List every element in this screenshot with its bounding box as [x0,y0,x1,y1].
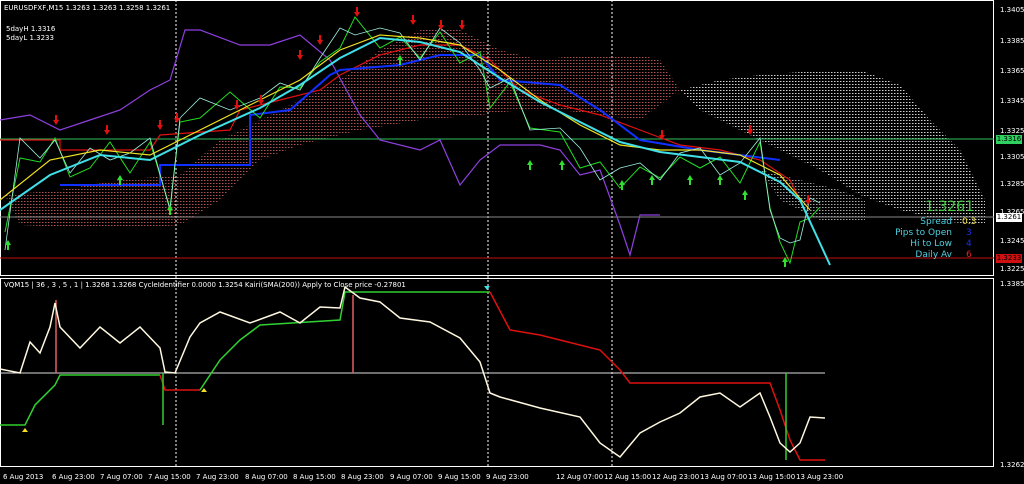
time-axis-tick: 8 Aug 07:00 [245,473,288,481]
five-day-high: 5dayH 1.3316 [6,25,56,33]
indicator-axis-top: 1.3385 [1000,280,1024,288]
hi-to-low-value: 4 [966,239,972,249]
current-price-display: 1.3261 [925,199,974,215]
sell-arrow-icon [157,120,163,130]
signal-arrow-icon [484,286,490,290]
buy-arrow-icon [742,190,748,200]
sell-arrow-icon [438,20,444,30]
time-axis-tick: 13 Aug 07:00 [700,473,748,481]
spread-value: 0.3 [962,217,977,227]
sell-arrow-icon [174,113,180,123]
price-tag-high: 1.3316 [996,135,1022,144]
sell-arrow-icon [297,50,303,60]
time-axis-tick: 9 Aug 23:00 [486,473,529,481]
buy-arrow-icon [687,175,693,185]
signal-arrow-icon [22,428,28,432]
sell-arrow-icon [234,100,240,110]
sell-arrow-icon [354,7,360,17]
price-tag-current: 1.3261 [996,213,1022,222]
daily-average-label: Daily Av [915,250,952,260]
signal-arrow-icon [201,388,207,392]
price-axis-tick: 1.3225 [1000,265,1024,273]
time-axis-tick: 12 Aug 07:00 [556,473,604,481]
time-axis-tick: 7 Aug 15:00 [148,473,191,481]
price-axis-tick: 1.3305 [1000,153,1024,161]
price-chart[interactable] [0,0,1024,484]
indicator-axis-bottom: 1.3262 [1000,461,1024,469]
time-axis-tick: 7 Aug 23:00 [196,473,239,481]
time-axis-tick: 9 Aug 07:00 [390,473,433,481]
daily-average-value: 6 [966,250,972,260]
symbol-info: EURUSDFXF,M15 1.3263 1.3263 1.3258 1.326… [4,4,171,12]
buy-arrow-icon [717,175,723,185]
cycle-line-red [489,291,825,461]
buy-arrow-icon [559,160,565,170]
kairi-line [0,285,826,459]
time-axis-tick: 7 Aug 07:00 [100,473,143,481]
time-axis-tick: 6 Aug 23:00 [52,473,95,481]
price-axis-tick: 1.3345 [1000,97,1024,105]
sell-arrow-icon [317,35,323,45]
pips-to-open-value: 3 [966,228,972,238]
five-day-low: 5dayL 1.3233 [6,34,54,42]
price-axis-tick: 1.3285 [1000,180,1024,188]
cycle-line-green [0,374,160,426]
price-axis-tick: 1.3365 [1000,67,1024,75]
sell-arrow-icon [258,95,264,105]
time-axis-tick: 9 Aug 15:00 [438,473,481,481]
buy-arrow-icon [649,175,655,185]
time-axis-tick: 8 Aug 23:00 [341,473,384,481]
indicator-title: VQM15 | 36 , 3 , 5 , 1 | 1.3268 1.3268 C… [4,281,406,289]
time-axis-tick: 8 Aug 15:00 [293,473,336,481]
sell-arrow-icon [459,20,465,30]
spread-label: Spread [920,217,952,227]
time-axis-tick: 6 Aug 2013 [3,473,44,481]
sell-arrow-icon [410,15,416,25]
price-axis-tick: 1.3385 [1000,37,1024,45]
price-axis-tick: 1.3325 [1000,127,1024,135]
cycle-line-green [199,291,490,391]
time-axis-tick: 13 Aug 23:00 [796,473,844,481]
cycle-line-red [159,374,200,391]
price-axis-tick: 1.3405 [1000,6,1024,14]
time-axis-tick: 12 Aug 23:00 [652,473,700,481]
sell-arrow-icon [53,115,59,125]
buy-arrow-icon [527,160,533,170]
price-tag-low: 1.3233 [996,254,1022,263]
time-axis-tick: 13 Aug 15:00 [748,473,796,481]
pips-to-open-label: Pips to Open [895,228,952,238]
time-axis-tick: 12 Aug 15:00 [604,473,652,481]
price-axis-tick: 1.3245 [1000,237,1024,245]
hi-to-low-label: Hi to Low [910,239,952,249]
sell-arrow-icon [104,125,110,135]
